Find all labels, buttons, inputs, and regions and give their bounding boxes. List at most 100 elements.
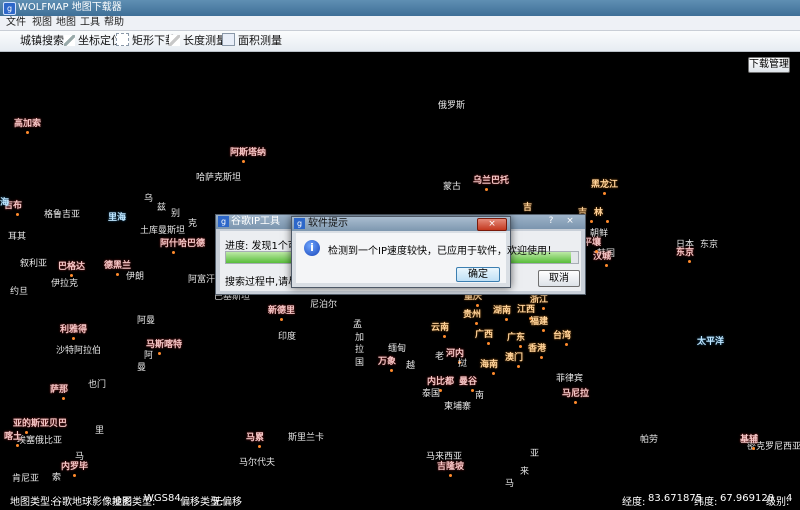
area-measure-button[interactable]: 面积测量 [222, 33, 282, 49]
area-icon [222, 33, 235, 46]
toolbar: 城镇搜索 坐标定位 矩形下载 长度测量 面积测量 [0, 31, 800, 52]
map-label: 阿 [144, 351, 154, 361]
menu-help[interactable]: 帮助 [104, 16, 124, 30]
map-label: 沙特阿拉伯 [56, 346, 102, 356]
title-bar: g WOLFMAP 地图下载器 [0, 0, 800, 16]
map-label: 里 [95, 426, 105, 436]
city-marker [752, 447, 755, 450]
map-label: 东京 [676, 248, 695, 258]
map-label: 亚 [530, 449, 540, 459]
map-label: 别 [171, 209, 181, 219]
map-label: 曼谷 [459, 377, 478, 387]
map-label: 林 [594, 208, 604, 218]
city-marker [565, 343, 568, 346]
ruler-icon [169, 35, 180, 46]
map-label: 印度 [278, 332, 297, 342]
map-label: 内比都 [427, 377, 455, 387]
city-marker [26, 131, 29, 134]
map-label: 吉隆坡 [437, 462, 465, 472]
menu-map[interactable]: 地图 [56, 16, 76, 30]
city-marker [62, 397, 65, 400]
ok-button[interactable]: 确定 [456, 267, 500, 282]
city-marker [172, 251, 175, 254]
tip-titlebar[interactable]: g 软件提示 × [292, 217, 510, 231]
map-label: 老 [435, 352, 445, 362]
city-marker [475, 322, 478, 325]
map-label: 浙江 [530, 295, 549, 305]
map-label: 国 [355, 358, 365, 368]
app-logo-icon: g [3, 2, 16, 15]
tip-message: 检测到一个IP速度较快，已应用于软件，欢迎使用！ [328, 246, 557, 257]
map-label: 澳门 [505, 353, 524, 363]
menu-view[interactable]: 视图 [32, 16, 52, 30]
map-label: 斯里兰卡 [288, 433, 325, 443]
map-label: 克 [188, 219, 198, 229]
city-marker [605, 264, 608, 267]
city-marker [449, 474, 452, 477]
map-label: 伊拉克 [51, 279, 79, 289]
map-label: 叙利亚 [20, 259, 48, 269]
city-marker [595, 250, 598, 253]
city-marker [390, 369, 393, 372]
city-marker [487, 342, 490, 345]
city-marker [542, 329, 545, 332]
map-label: 德黑兰 [104, 261, 132, 271]
level-value: 4 [786, 493, 793, 504]
map-label: 越 [406, 361, 416, 371]
app-logo-icon: g [294, 218, 305, 229]
window-title: WOLFMAP 地图下载器 [18, 2, 122, 13]
map-label: 巴格达 [58, 262, 86, 272]
city-marker [485, 188, 488, 191]
download-manager-button[interactable]: 下载管理 [748, 57, 790, 73]
length-measure-label: 长度测量 [183, 34, 227, 47]
map-label: 广西 [475, 330, 494, 340]
map-label: 湖南 [493, 306, 512, 316]
map-label: 格鲁吉亚 [44, 210, 81, 220]
map-label: 吉 [523, 203, 533, 213]
menu-bar: 文件 视图 地图 工具 帮助 [0, 16, 800, 31]
city-marker [505, 318, 508, 321]
map-label: 来 [520, 467, 530, 477]
city-search-button[interactable]: 城镇搜索 [20, 33, 64, 49]
length-measure-button[interactable]: 长度测量 [169, 33, 227, 49]
city-marker [540, 356, 543, 359]
map-label: 内罗毕 [61, 462, 89, 472]
map-label: 新德里 [268, 306, 296, 316]
map-label: 哈萨克斯坦 [196, 173, 242, 183]
rect-download-button[interactable]: 矩形下载 [116, 33, 176, 49]
map-label: 孟 [353, 320, 363, 330]
cancel-button[interactable]: 取消 [538, 270, 580, 287]
map-label: 萨那 [50, 385, 69, 395]
map-label: 马斯喀特 [146, 340, 183, 350]
app-logo-icon: g [218, 216, 229, 227]
projection-value: WGS84 [144, 493, 181, 504]
map-label: 肯尼亚 [12, 474, 40, 484]
status-bar: 地图类型: 谷歌地球影像地图 投影类型: WGS84 偏移类型: 无偏移 经度:… [0, 488, 800, 510]
help-icon[interactable]: ? [543, 215, 559, 227]
map-label: 挝 [458, 359, 468, 369]
map-label: 柬埔寨 [444, 402, 472, 412]
map-label: 基辅 [740, 435, 759, 445]
tip-title: 软件提示 [308, 218, 348, 229]
close-icon[interactable]: × [562, 215, 578, 227]
coord-locate-button[interactable]: 坐标定位 [64, 33, 122, 49]
map-label: 南 [475, 391, 485, 401]
area-measure-label: 面积测量 [238, 34, 282, 47]
map-label: 帕劳 [640, 435, 659, 445]
city-marker [16, 213, 19, 216]
close-button[interactable]: × [477, 218, 507, 231]
menu-file[interactable]: 文件 [6, 16, 26, 30]
city-marker [492, 372, 495, 375]
city-marker [606, 220, 609, 223]
map-label: 耳其 [8, 232, 27, 242]
pencil-icon [64, 35, 75, 46]
city-marker [574, 401, 577, 404]
map-label: 埃塞俄比亚 [17, 436, 63, 446]
city-marker [517, 365, 520, 368]
city-marker [280, 318, 283, 321]
map-label: 喀土 [4, 432, 23, 442]
menu-tools[interactable]: 工具 [80, 16, 100, 30]
map-label: 利雅得 [60, 325, 88, 335]
city-marker [242, 160, 245, 163]
map-label: 汉城 [593, 252, 612, 262]
